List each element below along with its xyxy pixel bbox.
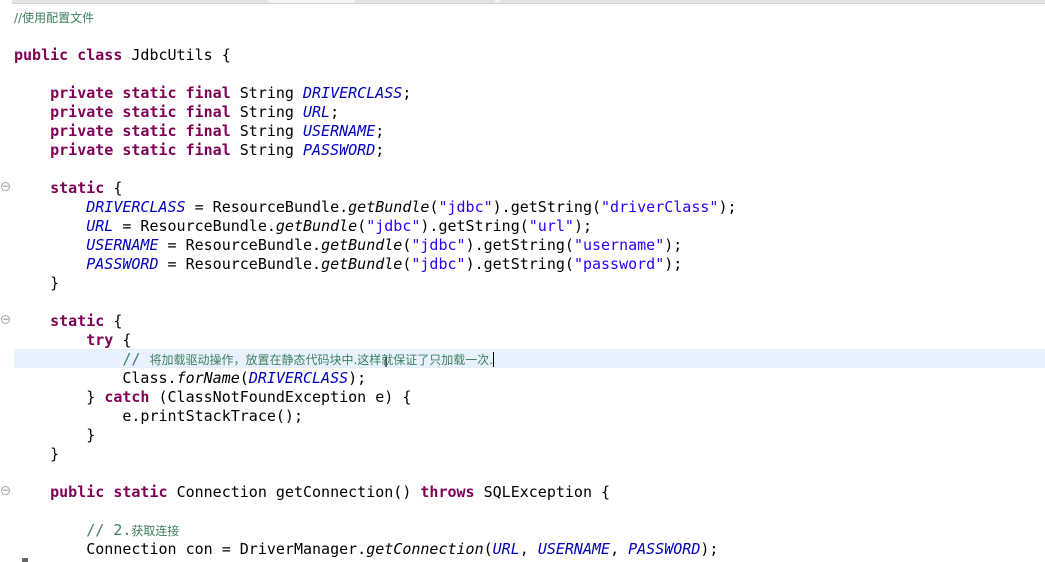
code-line: URL = ResourceBundle.getBundle("jdbc").g… xyxy=(86,217,592,235)
code-line: private static final String USERNAME; xyxy=(50,122,385,140)
code-editor[interactable]: − − − //使用配置文件 public class JdbcUtils { … xyxy=(0,0,1045,562)
tab-edge xyxy=(355,0,495,3)
code-line: static { xyxy=(50,312,123,330)
code-line: private static final String DRIVERCLASS; xyxy=(50,84,412,102)
code-line: } xyxy=(50,274,60,292)
current-line-highlight: // 将加载驱动操作，放置在静态代码块中.这样就保证了只加载一次. xyxy=(14,349,1045,368)
editor-tab-strip xyxy=(0,0,1045,4)
code-line: } xyxy=(86,426,96,444)
fold-collapse-icon[interactable]: − xyxy=(1,315,10,325)
code-line: Connection con = DriverManager.getConnec… xyxy=(86,540,719,558)
tab-edge xyxy=(500,0,1045,3)
code-line: DRIVERCLASS = ResourceBundle.getBundle("… xyxy=(86,198,737,216)
code-line: } catch (ClassNotFoundException e) { xyxy=(86,388,412,406)
fold-collapse-icon[interactable]: − xyxy=(1,182,10,192)
code-line: //使用配置文件 xyxy=(14,8,1045,27)
code-line: static { xyxy=(50,179,123,197)
code-line: USERNAME = ResourceBundle.getBundle("jdb… xyxy=(86,236,683,254)
code-line: private static final String PASSWORD; xyxy=(50,141,385,159)
editor-gutter: − − − xyxy=(0,0,12,562)
code-line: // 2.获取连接 xyxy=(14,521,1045,540)
scroll-marker xyxy=(22,558,28,562)
tab-edge xyxy=(0,0,268,3)
code-line: public class JdbcUtils { xyxy=(14,46,231,64)
code-line: e.printStackTrace(); xyxy=(122,407,303,425)
code-comment: // 将加载驱动操作，放置在静态代码块中.这样就保证了只加载一次. xyxy=(122,350,494,368)
fold-collapse-icon[interactable]: − xyxy=(1,486,10,496)
text-caret xyxy=(493,352,495,367)
code-line: public static Connection getConnection()… xyxy=(50,483,611,501)
code-comment: // 2.获取连接 xyxy=(86,521,180,539)
code-line: private static final String URL; xyxy=(50,103,340,121)
code-line: PASSWORD = ResourceBundle.getBundle("jdb… xyxy=(86,255,683,273)
code-comment: //使用配置文件 xyxy=(14,11,95,25)
code-line: Class.forName(DRIVERCLASS); xyxy=(122,369,367,387)
code-line: } xyxy=(50,445,60,463)
code-line: try { xyxy=(86,331,132,349)
text-cursor-icon: I xyxy=(384,355,389,371)
